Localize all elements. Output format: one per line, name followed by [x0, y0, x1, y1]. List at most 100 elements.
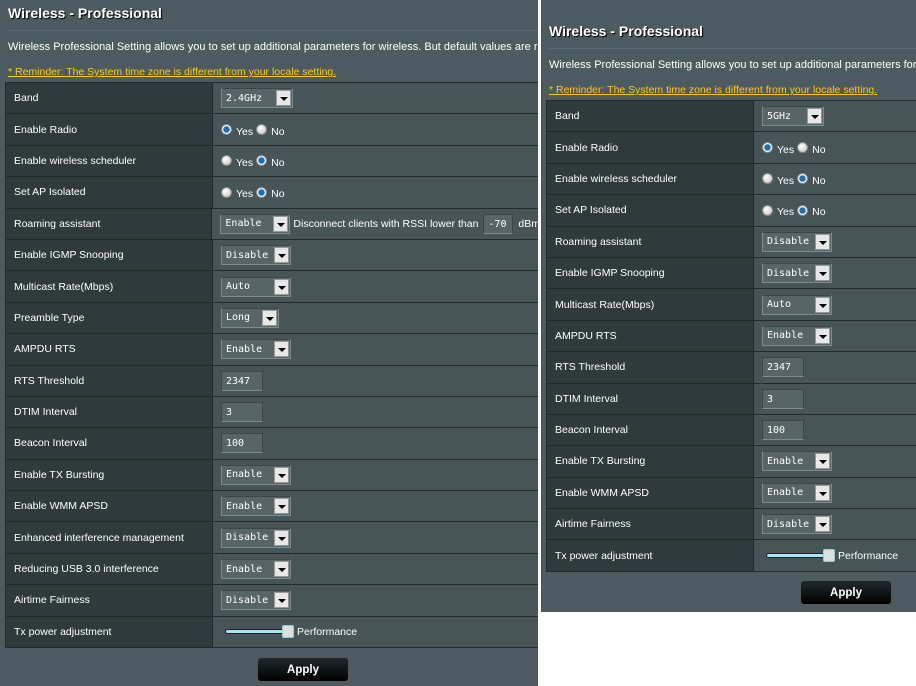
chevron-down-icon[interactable]	[815, 516, 830, 533]
apply-button[interactable]: Apply	[800, 580, 892, 605]
reminder-link[interactable]: * Reminder: The System time zone is diff…	[8, 66, 336, 78]
chevron-down-icon[interactable]	[274, 529, 289, 546]
dropdown-select[interactable]: 2.4GHz	[221, 88, 293, 109]
chevron-down-icon[interactable]	[274, 592, 289, 609]
chevron-down-icon[interactable]	[274, 341, 289, 358]
dropdown-select[interactable]: Disable	[221, 245, 291, 266]
setting-value: Enable Disconnect clients with RSSI lower…	[212, 208, 538, 239]
setting-label: Enable IGMP Snooping	[546, 257, 754, 289]
table-row: Band 5GHz	[546, 101, 916, 133]
radio-label-yes: Yes	[777, 143, 795, 156]
panel-5ghz: Wireless - Professional Wireless Professi…	[541, 0, 916, 612]
table-row: Reducing USB 3.0 interference Enable	[5, 553, 538, 586]
dropdown-select[interactable]: Auto	[221, 276, 291, 297]
setting-value: 5GHz	[754, 101, 916, 132]
dropdown-select[interactable]: Enable	[762, 451, 832, 472]
chevron-down-icon[interactable]	[274, 498, 289, 515]
dropdown-select[interactable]: Auto	[762, 294, 832, 315]
dropdown-select[interactable]: Disable	[762, 263, 832, 284]
setting-label: Airtime Fairness	[546, 509, 754, 540]
chevron-down-icon[interactable]	[274, 278, 289, 295]
chevron-down-icon[interactable]	[815, 296, 830, 313]
table-row: Airtime Fairness Disable	[546, 509, 916, 541]
dropdown-select[interactable]: Enable	[221, 496, 291, 517]
dropdown-select[interactable]: Long	[221, 307, 279, 328]
dropdown-select[interactable]: Disable	[221, 590, 291, 611]
table-row: RTS Threshold 2347	[546, 352, 916, 384]
dropdown-select[interactable]: Enable	[762, 325, 832, 346]
setting-label: Enable WMM APSD	[5, 491, 213, 522]
slider-handle[interactable]	[823, 549, 835, 563]
text-input[interactable]: 2347	[762, 357, 804, 378]
slider-label: Performance	[297, 625, 358, 638]
text-input[interactable]: 100	[762, 420, 804, 441]
setting-value: Enable	[754, 320, 916, 352]
radio-yes[interactable]	[221, 155, 232, 167]
dropdown-select[interactable]: Enable	[220, 213, 291, 234]
page-description: Wireless Professional Setting allows you…	[8, 41, 538, 53]
rssi-description: Disconnect clients with RSSI lower than	[293, 217, 479, 230]
chevron-down-icon[interactable]	[273, 215, 289, 232]
text-input[interactable]: 3	[221, 402, 263, 423]
apply-button[interactable]: Apply	[257, 657, 349, 682]
radio-yes[interactable]	[221, 124, 232, 136]
text-input[interactable]: 2347	[221, 370, 263, 391]
dropdown-value: Enable	[225, 218, 262, 230]
radio-no[interactable]	[797, 173, 809, 185]
table-row: Enable WMM APSD Enable	[5, 491, 538, 523]
radio-yes[interactable]	[762, 204, 773, 216]
chevron-down-icon[interactable]	[807, 108, 822, 125]
chevron-down-icon[interactable]	[815, 265, 830, 282]
dropdown-select[interactable]: Enable	[221, 559, 291, 580]
chevron-down-icon[interactable]	[274, 466, 289, 483]
rssi-unit: dBm	[518, 217, 538, 230]
setting-label: Tx power adjustment	[5, 616, 213, 648]
panel-2.4ghz: Wireless - Professional Wireless Professi…	[0, 0, 538, 686]
radio-no[interactable]	[797, 142, 809, 154]
dropdown-value: Disable	[226, 249, 269, 261]
setting-value: Yes No	[754, 132, 916, 163]
dropdown-select[interactable]: Enable	[762, 482, 832, 503]
chevron-down-icon[interactable]	[262, 309, 277, 326]
radio-yes[interactable]	[762, 173, 773, 185]
radio-no[interactable]	[256, 186, 268, 198]
setting-value: Auto	[754, 289, 916, 320]
rssi-input[interactable]: -70	[483, 213, 514, 234]
setting-label: Enable Radio	[546, 132, 754, 163]
chevron-down-icon[interactable]	[815, 327, 830, 344]
radio-yes[interactable]	[762, 142, 773, 154]
radio-label-yes: Yes	[236, 125, 254, 138]
dropdown-select[interactable]: Disable	[221, 527, 291, 548]
setting-label: AMPDU RTS	[5, 334, 213, 365]
chevron-down-icon[interactable]	[276, 90, 291, 107]
chevron-down-icon[interactable]	[815, 233, 830, 250]
slider-handle[interactable]	[282, 625, 294, 639]
dropdown-select[interactable]: Disable	[762, 514, 832, 535]
dropdown-select[interactable]: Enable	[221, 464, 291, 485]
radio-no[interactable]	[256, 124, 268, 136]
radio-no[interactable]	[797, 204, 809, 216]
dropdown-value: 2.4GHz	[226, 92, 263, 104]
text-input[interactable]: 3	[762, 388, 804, 409]
tx-power-slider[interactable]	[766, 549, 835, 563]
dropdown-select[interactable]: 5GHz	[762, 106, 824, 127]
chevron-down-icon[interactable]	[274, 561, 289, 578]
reminder-link[interactable]: * Reminder: The System time zone is diff…	[549, 84, 877, 96]
table-row: Tx power adjustment Performance	[546, 540, 916, 572]
dropdown-value: Auto	[767, 299, 792, 311]
text-input[interactable]: 100	[221, 433, 263, 454]
dropdown-value: Enable	[226, 469, 263, 481]
table-row: Set AP Isolated Yes No	[546, 195, 916, 227]
table-row: DTIM Interval 3	[546, 383, 916, 415]
page-title: Wireless - Professional	[8, 5, 162, 21]
dropdown-select[interactable]: Enable	[221, 339, 291, 360]
radio-yes[interactable]	[221, 186, 232, 198]
chevron-down-icon[interactable]	[815, 484, 830, 501]
chevron-down-icon[interactable]	[815, 453, 830, 470]
radio-no[interactable]	[256, 155, 268, 167]
dropdown-select[interactable]: Disable	[762, 231, 832, 252]
setting-value: Yes No	[213, 177, 538, 208]
setting-value: Long	[213, 302, 538, 334]
chevron-down-icon[interactable]	[274, 247, 289, 264]
tx-power-slider[interactable]	[225, 625, 294, 639]
